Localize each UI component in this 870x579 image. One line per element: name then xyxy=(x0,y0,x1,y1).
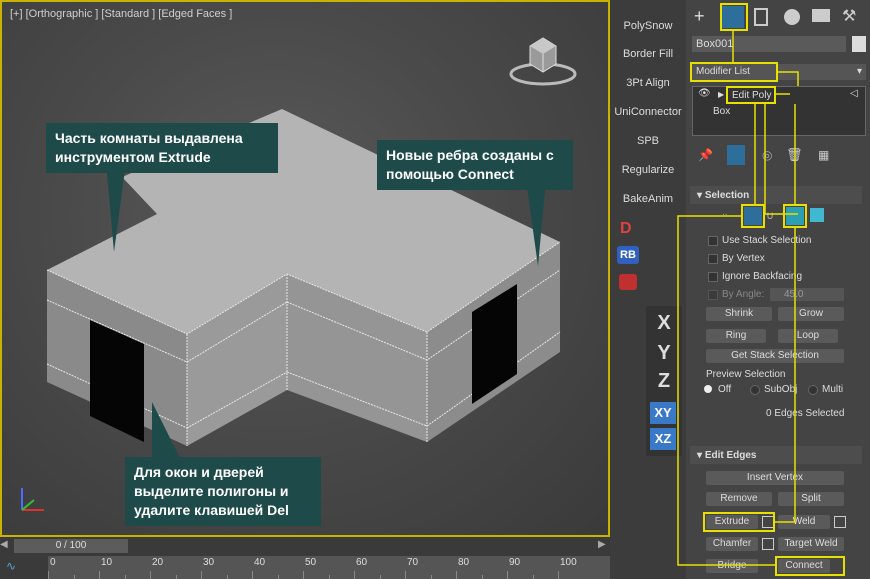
view-cube-icon[interactable] xyxy=(508,32,578,92)
ruler-tick xyxy=(456,571,457,579)
callout-delete: Для окон и дверей выделите полигоны и уд… xyxy=(125,457,321,526)
ruler-tick xyxy=(252,571,253,579)
ruler-tick xyxy=(430,575,432,579)
ruler-label: 60 xyxy=(356,557,368,568)
ruler-tick xyxy=(277,575,279,579)
ruler-label: 40 xyxy=(254,557,266,568)
ruler-tick xyxy=(354,571,355,579)
ruler-tick xyxy=(507,571,508,579)
ruler-label: 90 xyxy=(509,557,521,568)
ruler-label: 80 xyxy=(458,557,470,568)
ruler-tick xyxy=(150,571,151,579)
callout-extrude: Часть комнаты выдавлена инструментом Ext… xyxy=(46,123,278,173)
time-slider[interactable]: 0 / 100 xyxy=(14,539,128,553)
next-frame-icon[interactable]: ▶ xyxy=(598,539,606,550)
ruler-label: 0 xyxy=(50,557,56,568)
ruler-label: 30 xyxy=(203,557,215,568)
viewport[interactable]: [+] [Orthographic ] [Standard ] [Edged F… xyxy=(0,0,610,537)
ruler-label: 70 xyxy=(407,557,419,568)
annotation-lines xyxy=(677,31,799,566)
paint-tool-icon[interactable] xyxy=(619,274,637,290)
rb-button[interactable]: RB xyxy=(617,246,639,264)
curve-editor-icon[interactable]: ∿ xyxy=(6,559,16,573)
ruler-tick xyxy=(328,575,330,579)
ruler-tick xyxy=(379,575,381,579)
d-tool-icon[interactable]: D xyxy=(620,220,632,238)
ruler-tick xyxy=(201,571,202,579)
ruler-label: 20 xyxy=(152,557,164,568)
ruler-tick xyxy=(558,571,559,579)
ruler-tick xyxy=(124,575,126,579)
ruler-label: 100 xyxy=(560,557,577,568)
ruler-tick xyxy=(73,575,75,579)
ruler-tick xyxy=(99,571,100,579)
time-ruler[interactable]: 0 10 20 30 40 50 60 70 80 90 100 xyxy=(48,556,610,579)
ruler-tick xyxy=(532,575,534,579)
ruler-tick xyxy=(303,571,304,579)
ruler-tick xyxy=(481,575,483,579)
ruler-tick xyxy=(48,571,49,579)
ruler-tick xyxy=(405,571,406,579)
ruler-label: 50 xyxy=(305,557,317,568)
ruler-tick xyxy=(175,575,177,579)
axis-tripod xyxy=(21,488,44,511)
ruler-label: 10 xyxy=(101,557,113,568)
ruler-tick xyxy=(226,575,228,579)
prev-frame-icon[interactable]: ◀ xyxy=(0,539,8,550)
